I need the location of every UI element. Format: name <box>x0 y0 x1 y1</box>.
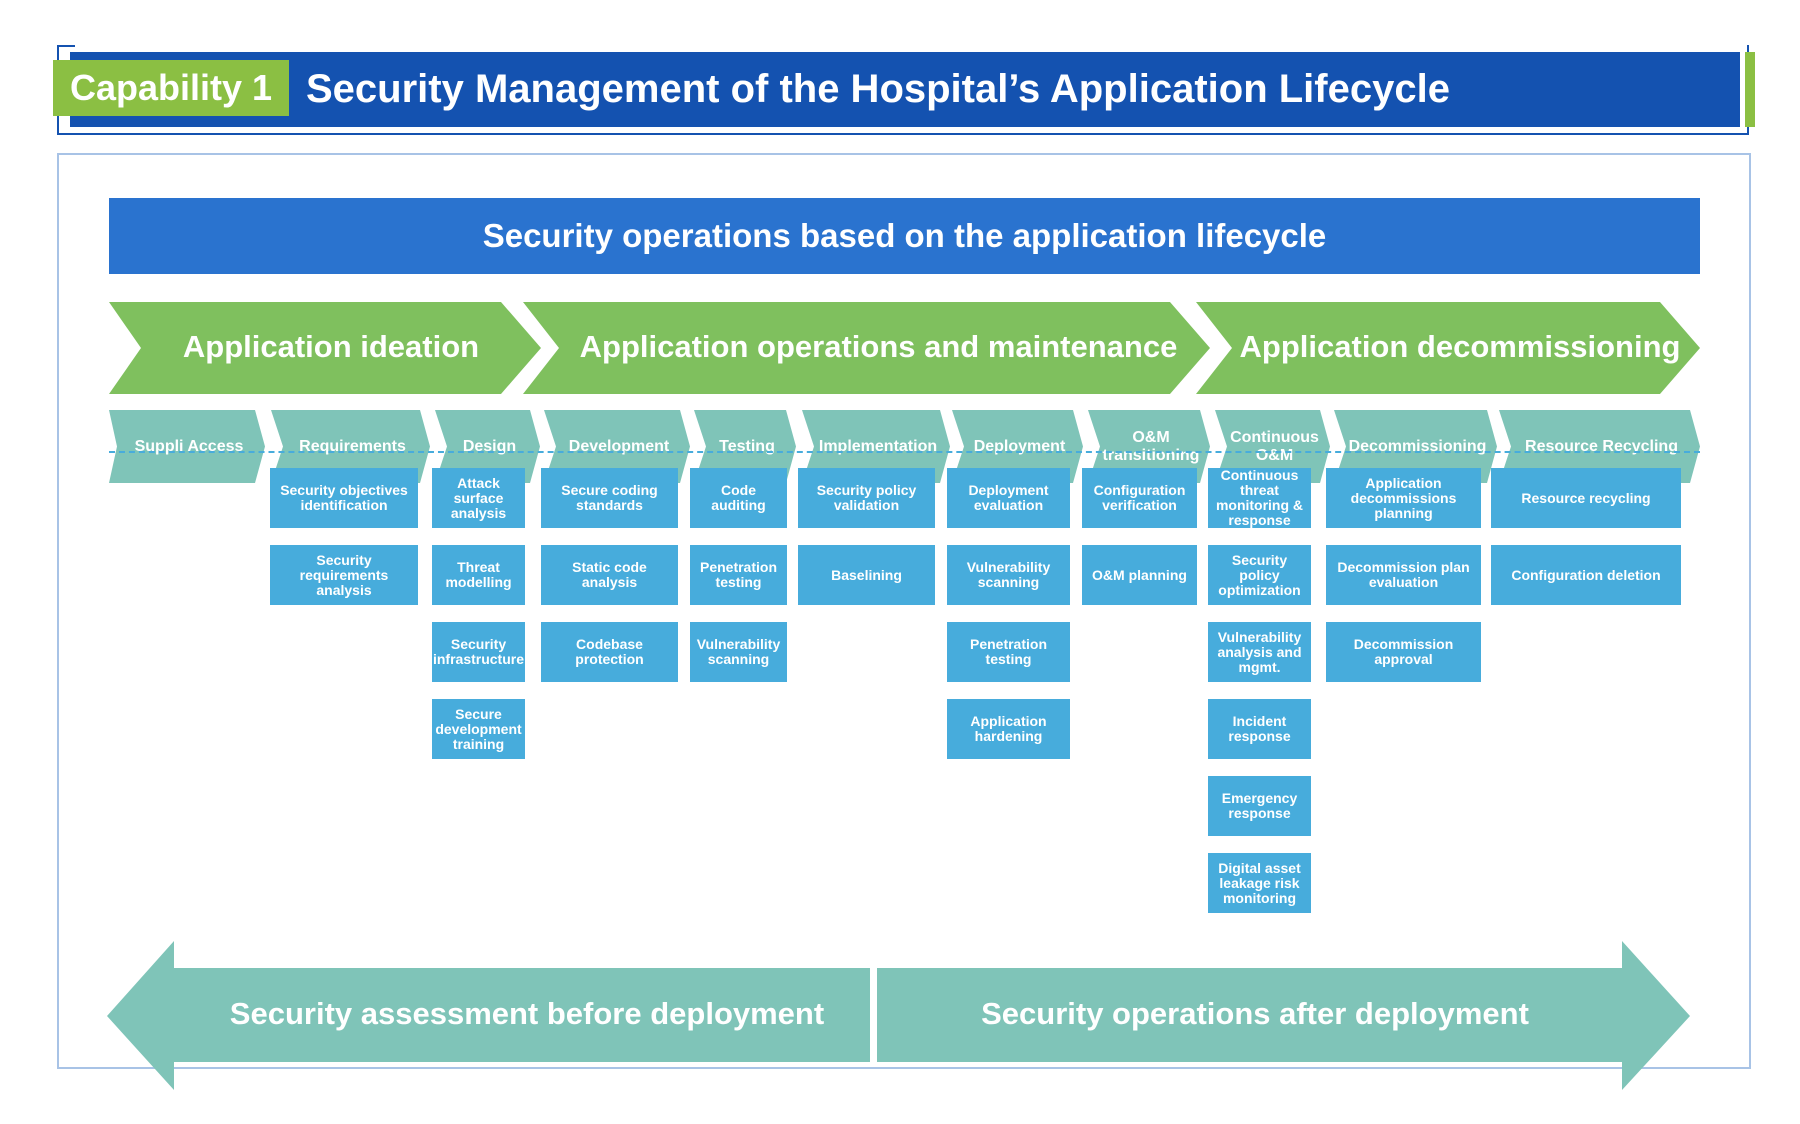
phase-label: Application ideation <box>183 329 479 364</box>
task-box: Emergency response <box>1208 776 1311 836</box>
phase-label: Application operations and maintenance <box>580 329 1178 364</box>
task-box: Security policy optimization <box>1208 545 1311 605</box>
task-box: Vulnerability analysis and mgmt. <box>1208 622 1311 682</box>
task-box: Vulnerability scanning <box>947 545 1070 605</box>
task-box: Resource recycling <box>1491 468 1681 528</box>
task-box: Application hardening <box>947 699 1070 759</box>
task-box: Security policy validation <box>798 468 935 528</box>
task-box: Security requirements analysis <box>270 545 418 605</box>
task-box: Attack surface analysis <box>432 468 525 528</box>
stage-divider <box>109 451 1700 453</box>
task-box: Secure coding standards <box>541 468 678 528</box>
task-box: Security objectives identification <box>270 468 418 528</box>
task-box: Decommission approval <box>1326 622 1481 682</box>
task-box: Decommission plan evaluation <box>1326 545 1481 605</box>
task-box: Threat modelling <box>432 545 525 605</box>
task-box: Penetration testing <box>947 622 1070 682</box>
task-box: Vulnerability scanning <box>690 622 787 682</box>
arrow-left-label: Security assessment before deployment <box>230 996 824 1031</box>
task-box: Penetration testing <box>690 545 787 605</box>
task-box: Application decommissions planning <box>1326 468 1481 528</box>
task-box: Security infrastructure <box>432 622 525 682</box>
task-box: Incident response <box>1208 699 1311 759</box>
task-box: Code auditing <box>690 468 787 528</box>
task-box: Codebase protection <box>541 622 678 682</box>
task-box: Continuous threat monitoring & response <box>1208 468 1311 528</box>
task-box: Digital asset leakage risk monitoring <box>1208 853 1311 913</box>
task-box: O&M planning <box>1082 545 1197 605</box>
task-box: Static code analysis <box>541 545 678 605</box>
arrow-right-label: Security operations after deployment <box>981 996 1529 1031</box>
task-box: Configuration verification <box>1082 468 1197 528</box>
phase-label: Application decommissioning <box>1240 329 1681 364</box>
task-box: Deployment evaluation <box>947 468 1070 528</box>
task-box: Secure development training <box>432 699 525 759</box>
task-box: Baselining <box>798 545 935 605</box>
task-box: Configuration deletion <box>1491 545 1681 605</box>
